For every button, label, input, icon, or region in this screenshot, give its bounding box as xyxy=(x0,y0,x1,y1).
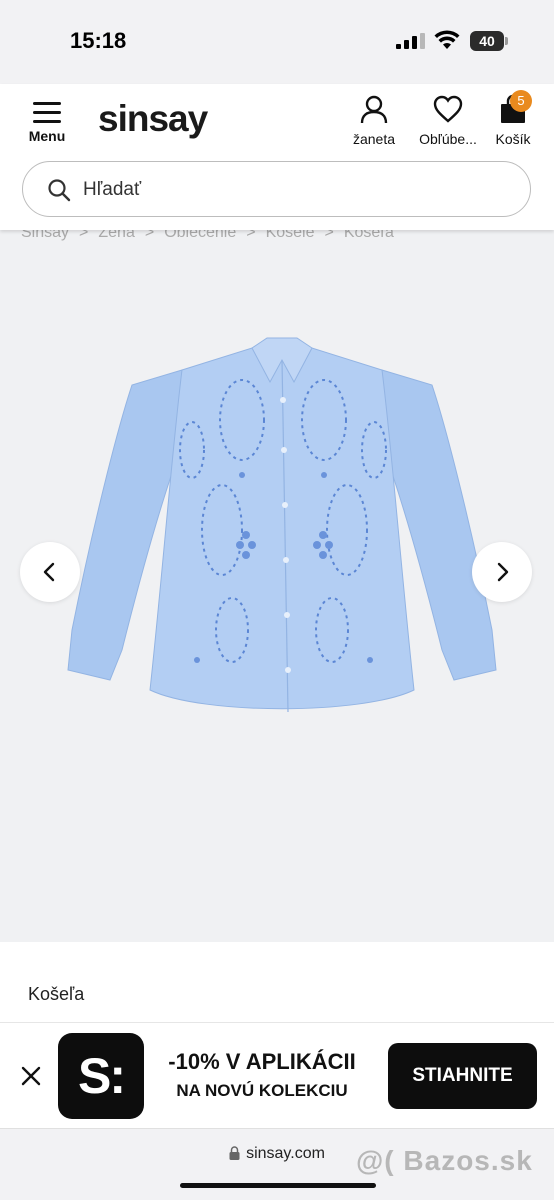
menu-button[interactable]: Menu xyxy=(22,98,72,148)
close-icon[interactable] xyxy=(18,1063,44,1089)
watermark: @( Bazos.sk xyxy=(356,1145,533,1176)
search-bar[interactable] xyxy=(22,161,531,217)
status-bar: 15:18 40 xyxy=(0,0,554,84)
search-input[interactable] xyxy=(83,176,503,204)
battery-level: 40 xyxy=(470,31,504,51)
url-text: sinsay.com xyxy=(246,1145,325,1162)
banner-title: -10% V APLIKÁCII xyxy=(168,1049,356,1074)
product-gallery[interactable] xyxy=(0,230,554,942)
account-label: žaneta xyxy=(352,131,396,147)
lock-icon xyxy=(229,1146,240,1160)
chevron-left-icon xyxy=(43,562,55,582)
cart-button[interactable]: 5 Košík xyxy=(490,90,536,147)
product-name: Košeľa xyxy=(28,984,85,1004)
search-icon xyxy=(48,179,71,202)
chevron-right-icon xyxy=(497,562,509,582)
app-download-banner: S: -10% V APLIKÁCII NA NOVÚ KOLEKCIU STI… xyxy=(0,1022,554,1128)
browser-url-bar[interactable]: sinsay.com @( Bazos.sk xyxy=(0,1128,554,1200)
hamburger-icon xyxy=(33,102,61,124)
next-image-button[interactable] xyxy=(472,542,532,602)
app-icon: S: xyxy=(58,1033,144,1119)
heart-icon xyxy=(433,95,463,123)
cart-count-badge: 5 xyxy=(510,90,532,112)
status-time: 15:18 xyxy=(70,28,127,53)
signal-icon xyxy=(396,33,425,49)
user-icon xyxy=(360,95,388,124)
wifi-icon xyxy=(434,30,460,49)
cart-label: Košík xyxy=(495,131,531,147)
menu-label: Menu xyxy=(28,128,66,144)
product-image-shirt xyxy=(67,337,497,713)
logo[interactable]: sinsay xyxy=(98,98,208,140)
favorites-label: Obľúbe... xyxy=(419,131,477,147)
favorites-button[interactable]: Obľúbe... xyxy=(410,94,486,147)
home-indicator xyxy=(180,1183,376,1188)
previous-image-button[interactable] xyxy=(20,542,80,602)
download-app-button[interactable]: STIAHNITE xyxy=(388,1043,537,1109)
battery-icon: 40 xyxy=(470,31,508,51)
banner-subtitle: NA NOVÚ KOLEKCIU xyxy=(176,1081,348,1100)
site-header: Menu sinsay žaneta Obľúbe... 5 Košík xyxy=(0,84,554,230)
account-button[interactable]: žaneta xyxy=(346,94,402,147)
